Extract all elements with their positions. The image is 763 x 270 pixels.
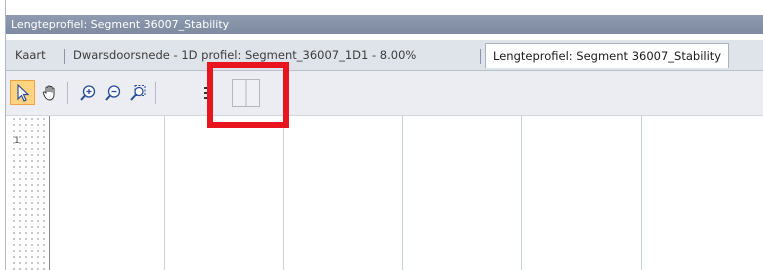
zoom-out-button[interactable] <box>100 80 125 105</box>
highlight-box <box>207 62 289 128</box>
tab-separator <box>64 49 65 64</box>
vertical-ruler: 1 <box>11 116 50 270</box>
toolbar <box>6 71 763 116</box>
select-pointer-button[interactable] <box>10 80 35 105</box>
tab-lengteprofiel[interactable]: Lengteprofiel: Segment 36007_Stability <box>485 43 730 68</box>
toolbar-separator <box>67 82 68 104</box>
hand-icon <box>42 85 54 101</box>
grid-line <box>521 116 522 270</box>
grid-line <box>641 116 642 270</box>
pan-button[interactable] <box>37 80 62 105</box>
grid-line <box>164 116 165 270</box>
window-title: Lengteprofiel: Segment 36007_Stability <box>11 18 230 31</box>
zoom-extent-icon <box>129 84 145 101</box>
tab-separator <box>480 49 481 64</box>
tab-bar: Kaart Dwarsdoorsnede - 1D profiel: Segme… <box>6 40 763 71</box>
ruler-label: 1 <box>14 136 20 146</box>
grid-line <box>283 116 284 270</box>
cursor-arrow-icon <box>16 83 30 102</box>
profile-canvas[interactable]: 1 <box>6 116 763 270</box>
zoom-extent-button[interactable] <box>125 80 150 105</box>
tab-kaart[interactable]: Kaart <box>15 45 46 65</box>
zoom-out-icon <box>104 84 120 101</box>
zoom-in-button[interactable] <box>75 80 100 105</box>
window-title-bar: Lengteprofiel: Segment 36007_Stability <box>6 15 763 34</box>
zoom-in-icon <box>79 84 95 101</box>
toolbar-separator <box>155 82 156 104</box>
grid-line <box>402 116 403 270</box>
application-window: Lengteprofiel: Segment 36007_Stability K… <box>5 0 763 270</box>
